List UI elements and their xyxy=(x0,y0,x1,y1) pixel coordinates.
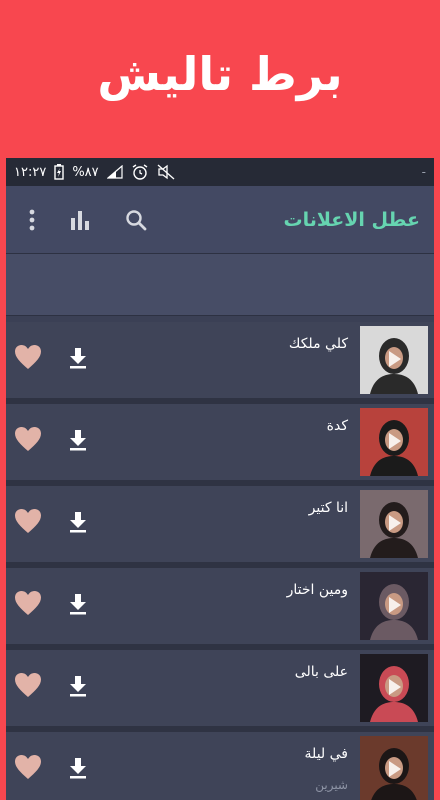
song-title: انا كتير xyxy=(308,500,348,516)
song-thumbnail[interactable] xyxy=(360,326,428,394)
song-list: كلي ملكك كدة انا كتير ومين اختار على بالى في … xyxy=(6,322,434,800)
banner-title: برط تاليش xyxy=(97,47,343,101)
mute-icon xyxy=(157,164,175,180)
signal-icon xyxy=(106,165,123,179)
song-row[interactable]: على بالى xyxy=(6,650,434,726)
app-title[interactable]: عطل الاعلانات xyxy=(284,209,421,231)
song-artist: شيرين xyxy=(315,778,348,792)
song-thumbnail[interactable] xyxy=(360,490,428,558)
song-thumbnail[interactable] xyxy=(360,408,428,476)
alarm-icon xyxy=(131,163,149,181)
download-icon[interactable] xyxy=(68,756,88,780)
download-icon[interactable] xyxy=(68,592,88,616)
heart-icon[interactable] xyxy=(14,508,42,534)
song-thumbnail[interactable] xyxy=(360,736,428,800)
clock: ١٢:٢٧ xyxy=(14,164,47,180)
song-row[interactable]: ومين اختار xyxy=(6,568,434,644)
equalizer-icon[interactable] xyxy=(68,208,92,232)
heart-icon[interactable] xyxy=(14,590,42,616)
heart-icon[interactable] xyxy=(14,426,42,452)
song-row[interactable]: انا كتير xyxy=(6,486,434,562)
download-icon[interactable] xyxy=(68,510,88,534)
status-extra: - xyxy=(421,165,426,179)
more-vert-icon[interactable] xyxy=(20,208,44,232)
song-thumbnail[interactable] xyxy=(360,572,428,640)
heart-icon[interactable] xyxy=(14,754,42,780)
song-title: على بالى xyxy=(294,664,348,680)
app-toolbar: عطل الاعلانات xyxy=(6,186,434,254)
song-title: كلي ملكك xyxy=(288,336,348,352)
search-icon[interactable] xyxy=(124,208,148,232)
phone-screen: ١٢:٢٧ %٨٧ - عطل الاعلانات كلي ملكك كدة انا… xyxy=(6,158,434,800)
song-thumbnail[interactable] xyxy=(360,654,428,722)
song-title: كدة xyxy=(326,418,348,434)
download-icon[interactable] xyxy=(68,674,88,698)
song-row[interactable]: كدة xyxy=(6,404,434,480)
song-row[interactable]: في ليلة شيرين xyxy=(6,732,434,800)
heart-icon[interactable] xyxy=(14,672,42,698)
battery-charging-icon xyxy=(54,164,65,180)
download-icon[interactable] xyxy=(68,428,88,452)
promo-banner: برط تاليش xyxy=(0,0,440,158)
ad-banner-area xyxy=(6,254,434,316)
song-row[interactable]: كلي ملكك xyxy=(6,322,434,398)
song-title: في ليلة xyxy=(304,746,348,762)
battery-level: %٨٧ xyxy=(72,164,99,180)
heart-icon[interactable] xyxy=(14,344,42,370)
status-bar: ١٢:٢٧ %٨٧ - xyxy=(6,158,434,186)
download-icon[interactable] xyxy=(68,346,88,370)
song-title: ومين اختار xyxy=(286,582,348,598)
